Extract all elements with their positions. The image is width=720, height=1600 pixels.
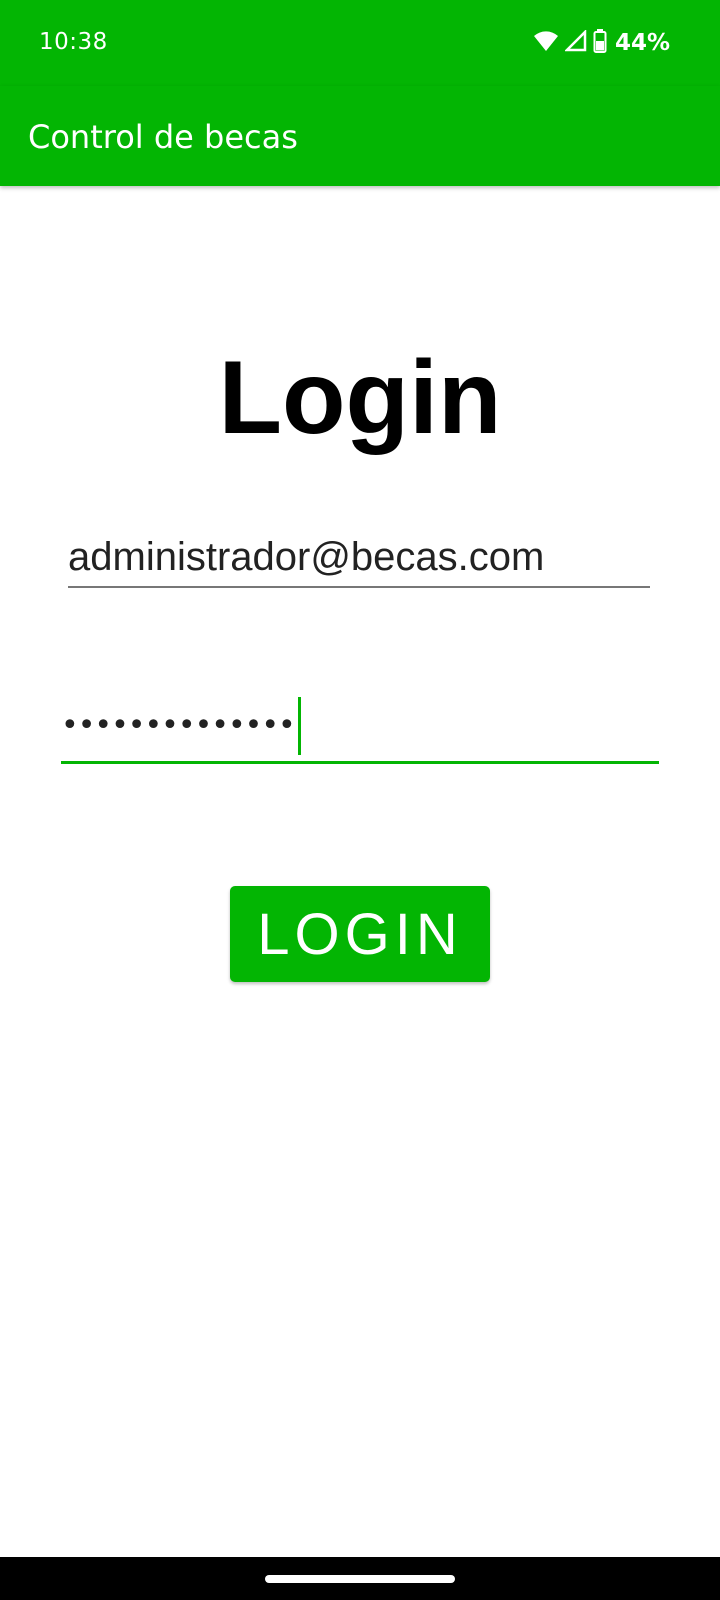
password-field[interactable]: •••••••••••••• [61,690,659,764]
home-gesture-handle[interactable] [265,1575,455,1583]
status-time: 10:38 [39,29,108,55]
battery-icon [593,28,607,58]
cell-signal-icon [563,28,587,57]
password-value: •••••••••••••• [61,708,296,743]
status-bar: 10:38 44% [0,0,720,86]
text-caret [297,696,301,755]
login-heading: Login [218,340,502,456]
login-button[interactable]: LOGIN [230,886,490,982]
status-icons: 44% [533,28,670,58]
app-bar: Control de becas [0,86,720,186]
wifi-icon [533,30,559,57]
battery-percent: 44% [614,30,670,56]
app-title: Control de becas [28,118,298,156]
login-screen: 10:38 44% Control de becas Login adminis… [0,0,720,1600]
navigation-bar [0,1557,720,1600]
email-field[interactable]: administrador@becas.com [68,528,650,588]
email-value: administrador@becas.com [68,534,545,579]
